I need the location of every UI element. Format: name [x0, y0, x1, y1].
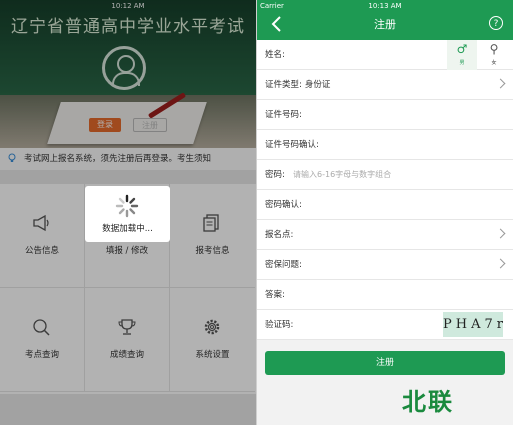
chevron-right-icon [495, 258, 506, 269]
home-screen: 辽宁省普通高中学业水平考试 登录 注册 10:12 AM 考试网上报名系统，须先… [0, 0, 256, 425]
id-confirm-field[interactable]: 证件号码确认: [257, 130, 513, 160]
spinner-icon [115, 194, 139, 218]
chevron-right-icon [495, 228, 506, 239]
id-type-label-text: 证件类型: [265, 80, 302, 90]
site-label: 报名点: [265, 230, 294, 240]
female-icon: ⚲ [489, 42, 499, 56]
help-icon[interactable]: ? [489, 16, 503, 30]
password-confirm-label: 密码确认: [265, 200, 302, 210]
nav-bar: Carrier 10:13 AM 注册 ? [257, 0, 513, 40]
chevron-right-icon [495, 78, 506, 89]
id-type-select[interactable]: 证件类型: 身份证 [257, 70, 513, 100]
answer-label: 答案: [265, 290, 285, 300]
page-title: 注册 [374, 18, 396, 31]
captcha-field[interactable]: 验证码: PHA7r [257, 310, 513, 340]
watermark-logo: 北联 [402, 388, 454, 416]
gender-male-option[interactable]: ♂ 男 [447, 40, 477, 70]
gender-female-label: 女 [491, 60, 497, 66]
gender-female-option[interactable]: ⚲ 女 [479, 40, 509, 70]
captcha-image[interactable]: PHA7r [443, 312, 503, 337]
security-question-label: 密保问题: [265, 260, 302, 270]
password-field[interactable]: 密码: 请输入6-16字母与数字组合 [257, 160, 513, 190]
loading-text: 数据加载中... [102, 224, 153, 234]
submit-register-button[interactable]: 注册 [265, 351, 505, 375]
name-label: 姓名: [265, 50, 285, 60]
site-select[interactable]: 报名点: [257, 220, 513, 250]
gender-male-label: 男 [459, 60, 465, 66]
id-confirm-label: 证件号码确认: [265, 140, 319, 150]
id-type-value: 身份证 [304, 80, 331, 90]
password-placeholder: 请输入6-16字母与数字组合 [293, 170, 392, 179]
status-time: 10:13 AM [368, 2, 402, 10]
captcha-label: 验证码: [265, 320, 294, 330]
male-icon: ♂ [456, 42, 468, 56]
status-bar: Carrier 10:13 AM [257, 0, 513, 12]
security-question-select[interactable]: 密保问题: [257, 250, 513, 280]
password-label: 密码: [265, 170, 285, 180]
register-form: 姓名: ♂ 男 ⚲ 女 证件类型: 身份证 证件号码: 证件号码确认: 密码: 请… [257, 40, 513, 340]
id-type-label: 证件类型: 身份证 [265, 70, 330, 100]
name-field[interactable]: 姓名: ♂ 男 ⚲ 女 [257, 40, 513, 70]
password-confirm-field[interactable]: 密码确认: [257, 190, 513, 220]
id-number-label: 证件号码: [265, 110, 302, 120]
loading-dialog: 数据加载中... [85, 186, 170, 242]
register-screen: Carrier 10:13 AM 注册 ? 姓名: ♂ 男 ⚲ 女 证件类型: 身… [257, 0, 513, 425]
answer-field[interactable]: 答案: [257, 280, 513, 310]
id-number-field[interactable]: 证件号码: [257, 100, 513, 130]
